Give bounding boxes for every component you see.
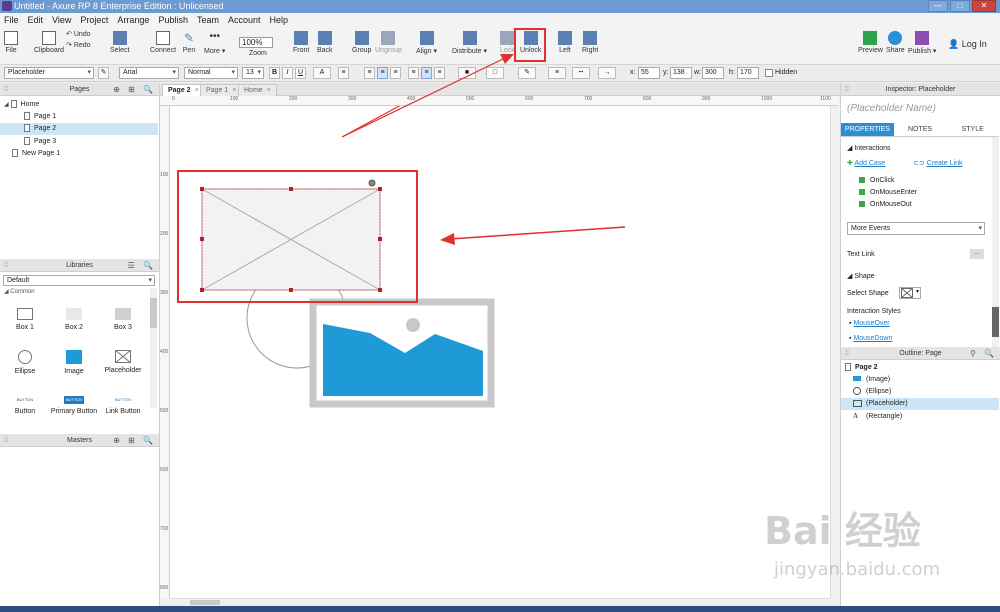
text-link-more-icon[interactable]: ···: [970, 249, 984, 259]
outline-actions[interactable]: ⚲ 🔍: [970, 347, 997, 360]
os-taskbar: [0, 606, 1000, 612]
more-events-select[interactable]: More Events: [847, 222, 985, 235]
widget-name-input[interactable]: (Placeholder Name): [847, 103, 936, 114]
event-icon: [859, 177, 865, 184]
event-icon: [859, 201, 865, 208]
event-onclick[interactable]: OnClick: [859, 177, 895, 184]
outline-item-placeholder[interactable]: (Placeholder): [841, 398, 999, 410]
shape-section[interactable]: ◢ Shape: [847, 272, 875, 280]
placeholder-icon: [853, 399, 862, 407]
inspector-scrollbar[interactable]: [992, 137, 999, 347]
inspector-tabs: PROPERTIES NOTES STYLE: [841, 123, 1000, 137]
select-shape-dropdown[interactable]: ▾: [899, 287, 921, 299]
tab-notes[interactable]: NOTES: [893, 123, 947, 137]
canvas-scroll-thumb[interactable]: [190, 600, 220, 605]
baidu-watermark: Bai 经验 jingyan.baidu.com: [764, 509, 941, 580]
outline-page[interactable]: Page 2: [841, 362, 999, 374]
tab-properties[interactable]: PROPERTIES: [841, 123, 894, 137]
canvas-horizontal-scrollbar[interactable]: [170, 598, 830, 606]
inspector-header: ⁞⁞ Inspector: Placeholder: [841, 83, 1000, 96]
outline-item-rectangle[interactable]: A (Rectangle): [841, 410, 999, 422]
ellipse-icon: [853, 387, 861, 396]
inspector-scroll-thumb[interactable]: [992, 307, 999, 337]
image-icon: [853, 376, 861, 381]
outline-item-image[interactable]: (Image): [841, 374, 999, 386]
select-shape-label: Select Shape: [847, 290, 889, 297]
outline-item-ellipse[interactable]: (Ellipse): [841, 386, 999, 398]
collapse-icon[interactable]: ⁞⁞: [845, 83, 849, 96]
mouse-over-link[interactable]: ▪ MouseOver: [849, 320, 890, 327]
mouse-down-link[interactable]: ▪ MouseDown: [849, 335, 892, 342]
tab-style[interactable]: STYLE: [946, 123, 1000, 137]
chevron-down-icon: ▾: [915, 289, 919, 295]
collapse-icon[interactable]: ⁞⁞: [845, 347, 849, 360]
create-link-link[interactable]: ⊂⊃ Create Link: [913, 159, 962, 167]
page-icon: [845, 363, 851, 372]
link-chain-icon: ⊂⊃: [913, 160, 927, 167]
outline-header: ⁞⁞ Outline: Page ⚲ 🔍: [841, 347, 1000, 360]
add-case-link[interactable]: ✚ Add Case: [847, 159, 885, 167]
text-a-icon: A: [853, 412, 859, 420]
interaction-styles-label: Interaction Styles: [847, 308, 901, 315]
text-link-label: Text Link: [847, 251, 875, 258]
event-onmouseenter[interactable]: OnMouseEnter: [859, 189, 917, 196]
interactions-section[interactable]: ◢ Interactions: [847, 144, 891, 152]
placeholder-shape-icon: [901, 288, 913, 298]
event-onmouseout[interactable]: OnMouseOut: [859, 201, 912, 208]
event-icon: [859, 189, 865, 196]
